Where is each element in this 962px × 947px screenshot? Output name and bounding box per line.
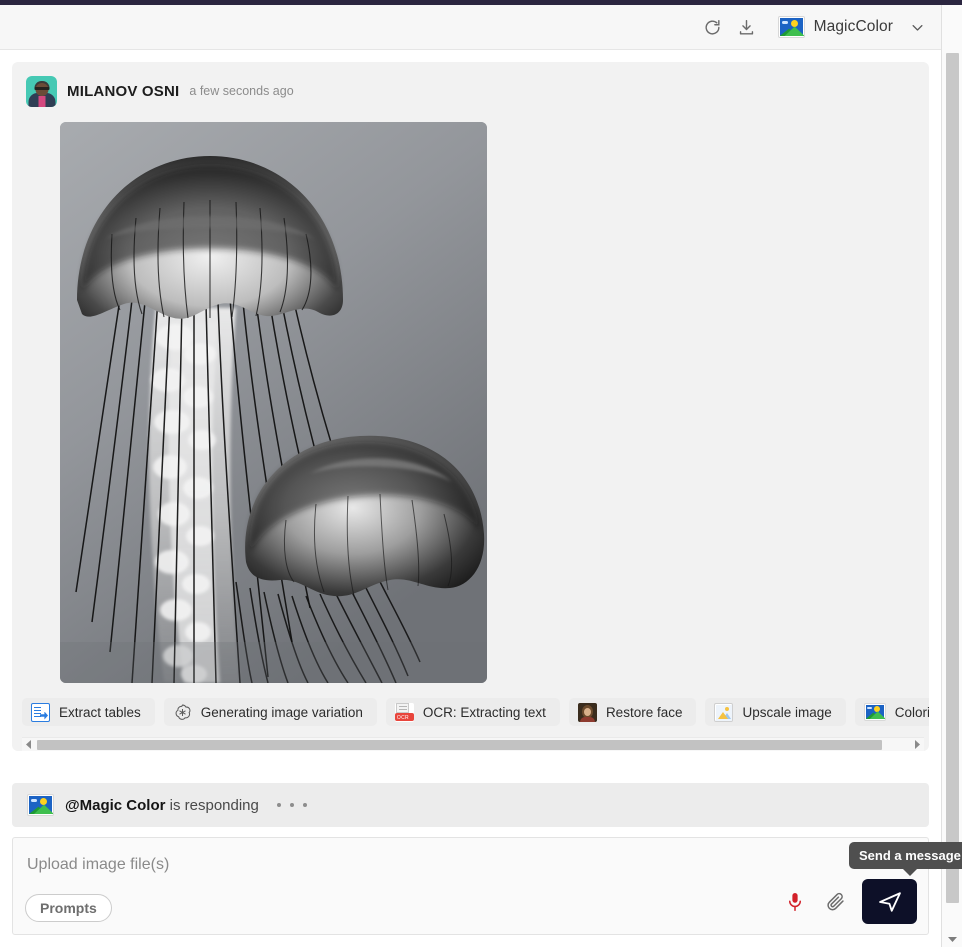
action-chip-label: OCR: Extracting text bbox=[423, 705, 546, 720]
bot-mention: @Magic Color bbox=[65, 797, 165, 814]
portrait-icon bbox=[578, 703, 597, 722]
bot-responding-row: @Magic Color is responding bbox=[12, 783, 929, 827]
send-button[interactable] bbox=[862, 879, 917, 924]
scroll-left-arrow-icon[interactable] bbox=[22, 738, 35, 752]
conversation-scroll-area: MILANOV OSNI a few seconds ago bbox=[0, 50, 941, 947]
paperclip-icon[interactable] bbox=[822, 887, 848, 917]
vertical-scroll-thumb[interactable] bbox=[946, 53, 959, 903]
message-composer[interactable]: Upload image file(s) Prompts bbox=[12, 837, 929, 935]
message-timestamp: a few seconds ago bbox=[189, 84, 293, 98]
horizontal-scroll-track[interactable] bbox=[35, 738, 911, 752]
action-chip-label: Colorize image bbox=[895, 705, 929, 720]
table-document-icon bbox=[31, 703, 50, 722]
message-body bbox=[12, 108, 929, 683]
horizontal-scroll-thumb[interactable] bbox=[37, 740, 882, 750]
ocr-icon: OCR bbox=[395, 703, 414, 722]
bot-name-label: MagicColor bbox=[814, 18, 893, 36]
picture-icon bbox=[864, 703, 886, 721]
chat-header-toolbar: MagicColor bbox=[0, 5, 941, 50]
openai-swirl-icon bbox=[173, 703, 192, 722]
download-icon[interactable] bbox=[732, 12, 762, 42]
actions-horizontal-scrollbar[interactable] bbox=[22, 737, 924, 751]
upscale-icon bbox=[714, 703, 733, 722]
chevron-down-icon[interactable] bbox=[910, 20, 925, 35]
action-chip-ocr-extracting-text[interactable]: OCR OCR: Extracting text bbox=[386, 698, 560, 726]
scroll-down-arrow-icon[interactable] bbox=[942, 931, 962, 947]
refresh-icon[interactable] bbox=[698, 12, 728, 42]
app-root: MagicColor MILANOV OSNI a few seco bbox=[0, 0, 962, 947]
message-author: MILANOV OSNI bbox=[67, 83, 179, 100]
action-chip-label: Upscale image bbox=[742, 705, 831, 720]
microphone-icon[interactable] bbox=[782, 887, 808, 917]
responding-status: @Magic Color is responding bbox=[65, 797, 259, 814]
action-chip-extract-tables[interactable]: Extract tables bbox=[22, 698, 155, 726]
action-chip-label: Generating image variation bbox=[201, 705, 363, 720]
message-header: MILANOV OSNI a few seconds ago bbox=[12, 74, 929, 108]
message-card-user: MILANOV OSNI a few seconds ago bbox=[12, 62, 929, 751]
action-chip-restore-face[interactable]: Restore face bbox=[569, 698, 697, 726]
scroll-right-arrow-icon[interactable] bbox=[911, 738, 924, 752]
avatar bbox=[26, 76, 57, 107]
picture-icon bbox=[27, 794, 54, 816]
suggested-actions-list: Extract tables Generating image variatio… bbox=[22, 697, 929, 727]
suggested-actions-row: Extract tables Generating image variatio… bbox=[12, 697, 929, 733]
typing-dots-icon bbox=[277, 803, 307, 807]
message-input-placeholder[interactable]: Upload image file(s) bbox=[27, 856, 169, 874]
bot-selector[interactable]: MagicColor bbox=[772, 13, 929, 41]
responding-text: is responding bbox=[165, 797, 258, 814]
action-chip-upscale-image[interactable]: Upscale image bbox=[705, 698, 845, 726]
picture-icon bbox=[778, 16, 805, 38]
composer-actions bbox=[782, 879, 917, 924]
action-chip-label: Restore face bbox=[606, 705, 683, 720]
action-chip-label: Extract tables bbox=[59, 705, 141, 720]
action-chip-generating-image-variation[interactable]: Generating image variation bbox=[164, 698, 377, 726]
attached-image-jellyfish[interactable] bbox=[60, 122, 487, 683]
action-chip-colorize-image[interactable]: Colorize image bbox=[855, 698, 929, 726]
prompts-button[interactable]: Prompts bbox=[25, 894, 112, 922]
send-tooltip: Send a message bbox=[849, 842, 962, 869]
page-vertical-scrollbar[interactable] bbox=[941, 5, 962, 947]
